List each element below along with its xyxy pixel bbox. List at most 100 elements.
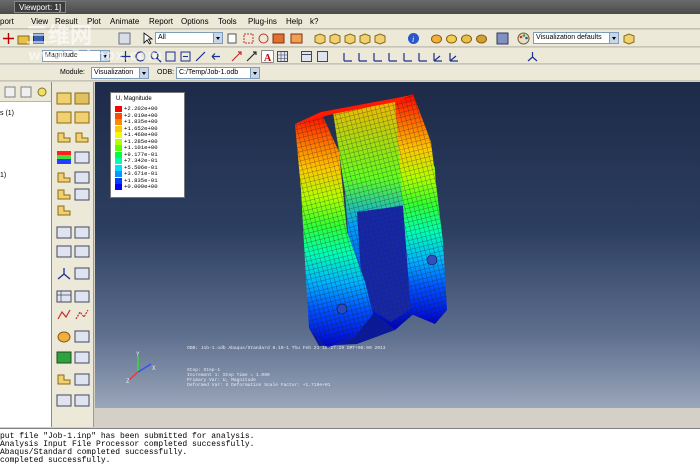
chevron-down-icon[interactable]	[139, 68, 148, 78]
animate-scale-factor-icon[interactable]	[74, 244, 90, 259]
chevron-down-icon[interactable]	[213, 33, 222, 43]
view-iso-icon[interactable]	[313, 32, 326, 45]
tree-toolbar	[0, 82, 51, 102]
abaqus-cae-window: Viewport: 1] port View Result Plot Anima…	[0, 0, 700, 465]
module-combo[interactable]: Visualization	[91, 67, 149, 79]
chevron-down-icon[interactable]	[609, 33, 618, 43]
display-group-manager-icon[interactable]	[74, 329, 90, 344]
info-icon[interactable]: i	[407, 32, 420, 45]
tree-item-steps[interactable]: s (1)	[0, 109, 14, 118]
menu-tools[interactable]: Tools	[218, 16, 237, 27]
svg-text:i: i	[412, 35, 414, 44]
render-shaded-icon[interactable]	[290, 32, 303, 45]
cycle-view-icon[interactable]	[194, 50, 207, 63]
edit-arrow-icon[interactable]	[230, 50, 243, 63]
common-options-icon[interactable]	[74, 225, 90, 240]
table-icon[interactable]	[300, 50, 313, 63]
plot-deformed-icon[interactable]	[74, 91, 90, 106]
render-style-icon[interactable]	[272, 32, 285, 45]
superimpose-options-icon[interactable]	[56, 225, 72, 240]
view-front-icon[interactable]	[328, 32, 341, 45]
menu-options[interactable]: Options	[181, 16, 209, 27]
module-value: Visualization	[94, 69, 134, 76]
free-body-manager-icon[interactable]	[74, 393, 90, 408]
chevron-down-icon[interactable]	[250, 68, 259, 78]
legend-icon[interactable]	[316, 50, 329, 63]
arrow-icon[interactable]	[245, 50, 258, 63]
plot-edges-icon[interactable]	[56, 110, 72, 125]
color-code-icon[interactable]	[496, 32, 509, 45]
display-group-tool-icon[interactable]	[56, 329, 72, 344]
view-neg-x-icon[interactable]	[386, 50, 399, 63]
display-options-icon[interactable]	[74, 350, 90, 365]
display-body-icon[interactable]	[430, 32, 443, 45]
free-body-cut-icon[interactable]	[56, 393, 72, 408]
query-icon[interactable]	[118, 32, 131, 45]
filter-icon[interactable]	[36, 86, 49, 99]
view-z-axis-icon[interactable]	[371, 50, 384, 63]
xy-data-manager-icon[interactable]	[56, 289, 72, 304]
view-side-icon[interactable]	[343, 32, 356, 45]
view-y-axis-icon[interactable]	[356, 50, 369, 63]
report-field-output-icon[interactable]	[74, 372, 90, 387]
menu-whats-this[interactable]: k?	[310, 16, 318, 27]
triad-icon[interactable]	[526, 50, 539, 63]
replace-icon[interactable]	[460, 32, 473, 45]
display-group-icon[interactable]	[445, 32, 458, 45]
box-zoom-icon[interactable]	[242, 32, 255, 45]
view-persp-icon[interactable]	[447, 50, 460, 63]
view-neg-z-icon[interactable]	[416, 50, 429, 63]
plot-material-orientations-icon[interactable]	[56, 187, 72, 202]
zoom-box-icon[interactable]	[164, 50, 177, 63]
plot-contours-undeformed-icon[interactable]	[56, 130, 72, 145]
hole-icon	[336, 303, 348, 315]
expand-icon[interactable]	[4, 86, 17, 99]
text-annotation-icon[interactable]: A	[261, 50, 274, 63]
tree-item-instances[interactable]: 1)	[0, 171, 6, 180]
toolbar-main: All i Visualization defaults	[0, 30, 700, 47]
create-display-group-icon[interactable]	[56, 350, 72, 365]
menu-viewport[interactable]: port	[0, 16, 14, 27]
plot-material-options-icon[interactable]	[74, 187, 90, 202]
menu-help[interactable]: Help	[286, 16, 302, 27]
menu-animate[interactable]: Animate	[110, 16, 139, 27]
query-tool-icon[interactable]	[56, 372, 72, 387]
menu-report[interactable]: Report	[149, 16, 173, 27]
selection-filter-combo[interactable]: All	[155, 32, 223, 44]
plot-contours-deformed-icon[interactable]	[74, 130, 90, 145]
graphics-viewport[interactable]: U, Magnitude +2.202e+00 +2.019e+00 +1.83…	[95, 82, 700, 408]
plot-symbols-icon[interactable]	[56, 170, 72, 185]
xy-plot-icon[interactable]	[74, 307, 90, 322]
visualization-defaults-combo[interactable]: Visualization defaults	[533, 32, 619, 44]
deformed-model-plot[interactable]	[95, 82, 700, 408]
select-arrow-icon[interactable]	[141, 32, 154, 45]
view-x-axis-icon[interactable]	[341, 50, 354, 63]
view-neg-y-icon[interactable]	[401, 50, 414, 63]
view-top-icon[interactable]	[358, 32, 371, 45]
allow-multiple-plot-states-icon[interactable]	[56, 203, 72, 218]
plot-contours-options-icon[interactable]	[74, 150, 90, 165]
view-cut-icon[interactable]	[56, 266, 72, 281]
view-cut-manager-icon[interactable]	[74, 266, 90, 281]
plot-undeformed-icon[interactable]	[56, 91, 72, 106]
create-xy-data-icon[interactable]	[74, 289, 90, 304]
plot-symbols-options-icon[interactable]	[74, 170, 90, 185]
grid-icon[interactable]	[276, 50, 289, 63]
cube-view-icon[interactable]	[622, 32, 635, 45]
odb-combo[interactable]: C:/Temp/Job-1.odb	[176, 67, 260, 79]
view-iso-axis-icon[interactable]	[431, 50, 444, 63]
animate-time-history-icon[interactable]	[56, 244, 72, 259]
menu-plug-ins[interactable]: Plug-ins	[248, 16, 277, 27]
create-path-icon[interactable]	[56, 307, 72, 322]
view-bottom-icon[interactable]	[373, 32, 386, 45]
crosshair-icon[interactable]	[2, 32, 15, 45]
plot-shaded-icon[interactable]	[74, 110, 90, 125]
remove-icon[interactable]	[475, 32, 488, 45]
color-palette-icon[interactable]	[517, 32, 530, 45]
auto-fit-icon[interactable]	[179, 50, 192, 63]
lasso-icon[interactable]	[257, 32, 270, 45]
copy-icon[interactable]	[226, 32, 239, 45]
plot-contours-icon[interactable]	[56, 150, 72, 165]
undo-view-icon[interactable]	[209, 50, 222, 63]
collapse-icon[interactable]	[20, 86, 33, 99]
